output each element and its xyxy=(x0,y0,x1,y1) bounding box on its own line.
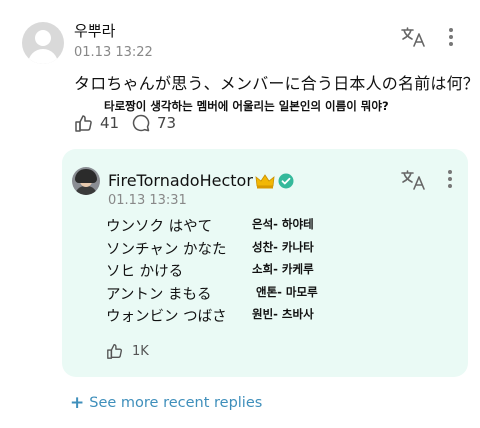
comment-icon xyxy=(132,114,150,132)
more-vertical-icon[interactable] xyxy=(448,27,454,47)
reply-card: FireTornadoHector 01.13 13:31 ウンソク はやて ソ… xyxy=(62,149,468,377)
avatar[interactable] xyxy=(72,167,100,195)
reply-names-japanese: ウンソク はやて ソンチャン かなた ソヒ かける アントン まもる ウォンビン… xyxy=(106,216,227,329)
name-translation-line: 은석- 하야테 xyxy=(252,217,314,231)
more-vertical-icon[interactable] xyxy=(447,169,453,189)
comment-count: 73 xyxy=(157,114,177,132)
name-translation-line: 앤톤- 마모루 xyxy=(256,284,318,299)
name-line: ソンチャン かなた xyxy=(106,241,227,258)
reply-author[interactable]: FireTornadoHector xyxy=(108,171,253,190)
see-more-label: See more recent replies xyxy=(89,395,263,411)
translate-icon[interactable] xyxy=(400,26,426,48)
see-more-replies-link[interactable]: + See more recent replies xyxy=(70,393,262,413)
plus-icon: + xyxy=(70,393,85,413)
like-count: 41 xyxy=(100,114,120,132)
name-line: ウンソク はやて xyxy=(106,219,213,235)
like-icon xyxy=(107,344,123,359)
reply-like-count: 1K xyxy=(132,343,149,359)
name-translation-line: 원빈- 츠바사 xyxy=(252,307,314,321)
post: 우뿌라 01.13 13:22 タロちゃんが思う、メンバーに合う日本人の名前は何… xyxy=(0,0,480,150)
name-translation-line: 성찬- 카나타 xyxy=(252,239,314,254)
post-translation: 타로짱이 생각하는 멤버에 어울리는 일본인의 이름이 뭐야? xyxy=(104,99,389,113)
reply-author-row: FireTornadoHector xyxy=(108,171,294,190)
name-line: ウォンビン つばさ xyxy=(106,309,227,325)
name-line: ソヒ かける xyxy=(106,264,184,280)
reply-like-button[interactable]: 1K xyxy=(106,342,149,360)
post-time: 01.13 13:22 xyxy=(74,45,153,60)
reply-time: 01.13 13:31 xyxy=(108,193,187,208)
avatar[interactable] xyxy=(22,22,64,64)
comment-button[interactable]: 73 xyxy=(131,113,176,133)
post-author[interactable]: 우뿌라 xyxy=(74,20,115,41)
name-translation-line: 소희- 카케루 xyxy=(252,262,314,276)
post-text: タロちゃんが思う、メンバーに合う日本人の名前は何？ xyxy=(74,74,480,93)
crown-icon xyxy=(255,173,275,188)
translate-icon[interactable] xyxy=(400,169,426,191)
like-button[interactable]: 41 xyxy=(74,113,119,133)
like-icon xyxy=(75,115,92,132)
reply-names-korean: 은석- 하야테 성찬- 카나타 소희- 카케루 앤톤- 마모루 원빈- 츠바사 xyxy=(252,213,318,326)
verified-icon xyxy=(278,173,294,188)
name-line: アントン まもる xyxy=(106,286,212,303)
